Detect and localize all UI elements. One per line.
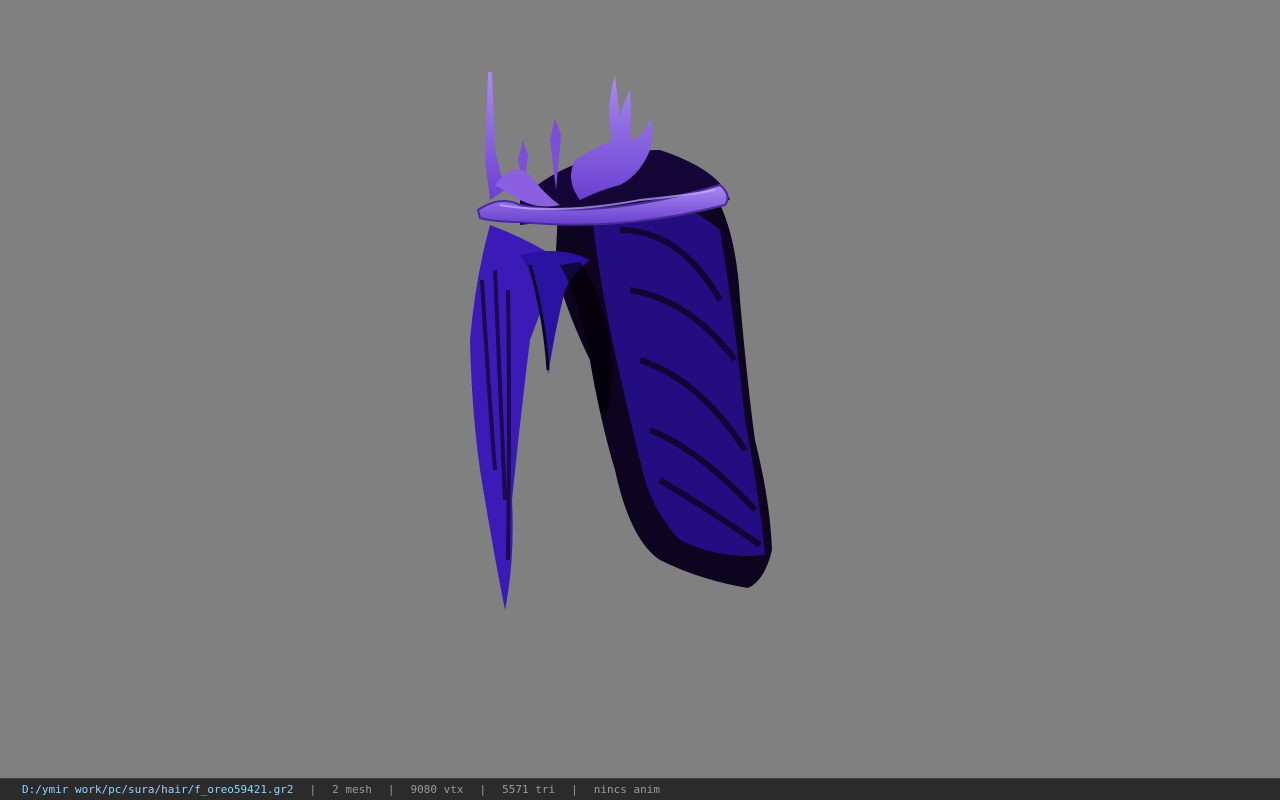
animation-status: nincs anim xyxy=(593,783,660,796)
status-separator: | xyxy=(387,783,395,796)
model-viewport[interactable] xyxy=(0,0,1280,778)
triangle-count: 5571 tri xyxy=(502,783,556,796)
mesh-count: 2 mesh xyxy=(332,783,372,796)
vertex-count: 9080 vtx xyxy=(410,783,464,796)
hair-crown-model-icon[interactable] xyxy=(0,0,1280,778)
status-separator: | xyxy=(479,783,487,796)
file-path: D:/ymir work/pc/sura/hair/f_oreo59421.gr… xyxy=(22,783,294,796)
status-separator: | xyxy=(309,783,317,796)
status-separator: | xyxy=(571,783,578,796)
status-bar: D:/ymir work/pc/sura/hair/f_oreo59421.gr… xyxy=(0,778,1280,800)
